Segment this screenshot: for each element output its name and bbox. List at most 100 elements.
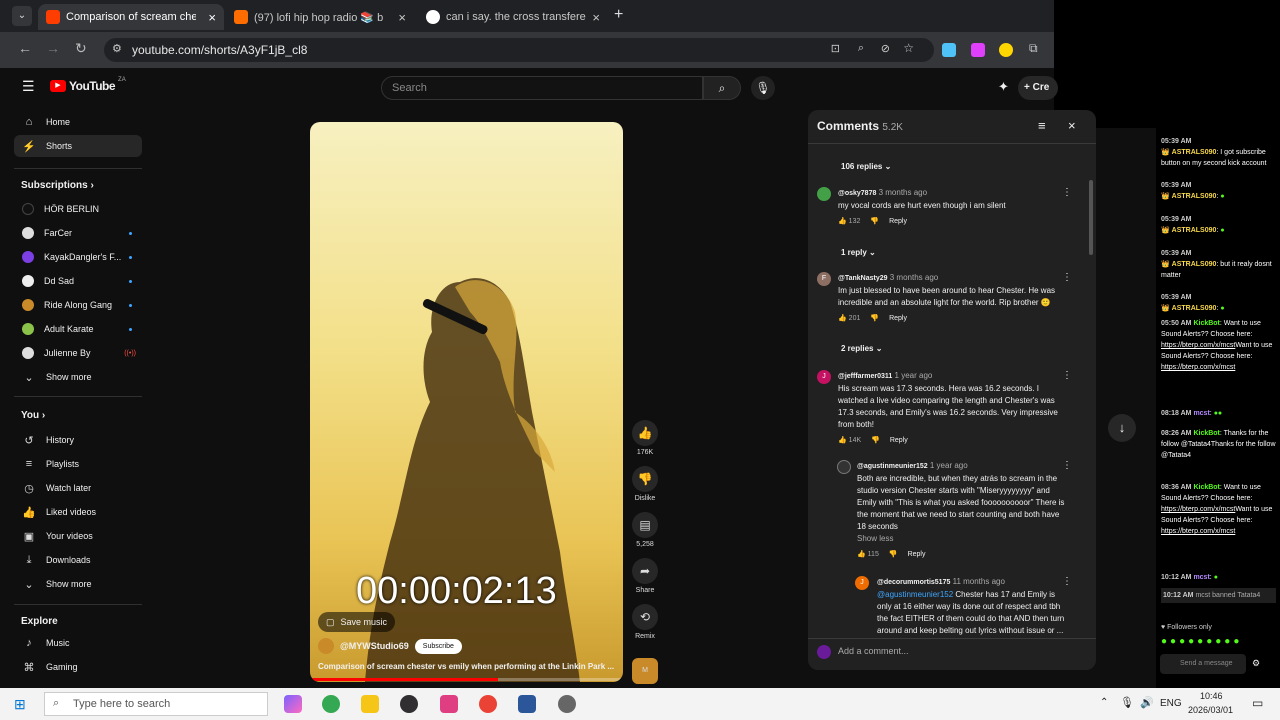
language-indicator[interactable]: ENG <box>1160 698 1182 709</box>
menu-icon[interactable]: ☰ <box>22 78 35 95</box>
replies-toggle[interactable]: 106 replies ⌄ <box>841 162 891 171</box>
extension-icon[interactable] <box>999 43 1013 57</box>
reply-button[interactable]: Reply <box>889 313 907 325</box>
like-button[interactable]: 👍 176K <box>630 420 660 456</box>
more-icon[interactable]: ⋮ <box>1062 187 1072 198</box>
sort-icon[interactable]: ≡ <box>1038 118 1046 133</box>
subscribe-button[interactable]: Subscribe <box>414 638 462 654</box>
close-tab-icon[interactable]: × <box>208 10 216 25</box>
sidebar-item-shorts[interactable]: ⚡ Shorts <box>14 135 142 157</box>
close-tab-icon[interactable]: × <box>398 10 406 25</box>
more-icon[interactable]: ⋮ <box>1062 460 1072 471</box>
reply-button[interactable]: Reply <box>889 216 907 228</box>
avatar[interactable] <box>837 460 851 474</box>
sound-avatar[interactable]: M <box>630 658 660 687</box>
file-explorer-icon[interactable] <box>361 695 379 713</box>
sidebar-item-your-videos[interactable]: ▣ Your videos <box>14 525 142 547</box>
chat-link[interactable]: https://bterp.com/x/mcst <box>1161 506 1235 513</box>
install-icon[interactable]: ⊡ <box>831 42 840 55</box>
obs-icon[interactable] <box>400 695 418 713</box>
channel-name[interactable]: @MYWStudio69 <box>340 641 409 651</box>
reply-button[interactable]: Reply <box>890 435 908 447</box>
replies-toggle[interactable]: 2 replies ⌄ <box>841 344 882 353</box>
progress-bar[interactable] <box>310 678 623 681</box>
scrollbar[interactable] <box>1089 180 1093 255</box>
sidebar-item-subscription[interactable]: Adult Karate <box>14 318 142 340</box>
extension-icon[interactable] <box>942 43 956 57</box>
create-button[interactable]: + Cre <box>1018 76 1058 100</box>
sidebar-item-subscription[interactable]: Ride Along Gang <box>14 294 142 316</box>
tracking-icon[interactable]: ⊘ <box>881 42 890 55</box>
comments-button[interactable]: ▤ 5,258 <box>630 512 660 548</box>
reload-icon[interactable]: ↻ <box>75 40 87 57</box>
sidebar-item-liked-videos[interactable]: 👍 Liked videos <box>14 501 142 523</box>
chat-input[interactable]: Send a message <box>1160 654 1246 674</box>
sidebar-item-downloads[interactable]: ⤓ Downloads <box>14 549 142 571</box>
chat-link[interactable]: https://bterp.com/x/mcst <box>1161 528 1235 535</box>
shorts-video-player[interactable]: 00:00:02:13 ▢ Save music @MYWStudio69 Sub… <box>310 122 623 682</box>
zoom-icon[interactable]: ⌕ <box>858 42 864 55</box>
chrome-icon[interactable] <box>322 695 340 713</box>
subscriptions-heading[interactable]: Subscriptions › <box>21 180 94 191</box>
youtube-logo[interactable]: ▶ YouTube ZA <box>50 77 126 93</box>
avatar[interactable] <box>817 187 831 201</box>
video-title[interactable]: Comparison of scream chester vs emily wh… <box>318 662 618 671</box>
sidebar-item-music[interactable]: ♪ Music <box>14 632 142 654</box>
app-icon[interactable] <box>558 695 576 713</box>
settings-icon[interactable]: ⚙ <box>1252 658 1260 669</box>
sidebar-item-subscription[interactable]: Julienne By ((•)) <box>14 342 142 364</box>
bookmark-star-icon[interactable]: ☆ <box>903 41 914 55</box>
windows-start-icon[interactable]: ⊞ <box>14 696 26 713</box>
snipping-tool-icon[interactable] <box>440 695 458 713</box>
emote-bar[interactable]: ●●●●●●●●● <box>1161 636 1276 647</box>
share-button[interactable]: ➦ Share <box>630 558 660 594</box>
more-icon[interactable]: ⋮ <box>1062 370 1072 381</box>
show-less-button[interactable]: Show less <box>857 533 1070 545</box>
sidebar-item-playlists[interactable]: ≡ Playlists <box>14 453 142 475</box>
avatar[interactable]: J <box>817 370 831 384</box>
tab-search-button[interactable]: ⌄ <box>12 6 32 26</box>
clock-date[interactable]: 2026/03/01 <box>1188 705 1233 715</box>
gear-icon[interactable]: ✦ <box>998 79 1009 95</box>
show-more-button[interactable]: ⌄ Show more <box>14 573 142 595</box>
clock-time[interactable]: 10:46 <box>1200 691 1223 701</box>
volume-icon[interactable]: 🔊 <box>1140 696 1154 709</box>
sidebar-item-subscription[interactable]: FarCer <box>14 222 142 244</box>
extension-icon[interactable] <box>971 43 985 57</box>
more-icon[interactable]: ⋮ <box>1062 272 1072 283</box>
sidebar-item-watch-later[interactable]: ◷ Watch later <box>14 477 142 499</box>
show-more-button[interactable]: ⌄ Show more <box>14 366 142 388</box>
new-tab-button[interactable]: + <box>614 6 623 24</box>
browser-tab-active[interactable]: Comparison of scream ches × <box>38 4 224 30</box>
mic-tray-icon[interactable]: 🎙 <box>1120 696 1134 709</box>
sidebar-item-history[interactable]: ↺ History <box>14 429 142 451</box>
address-bar[interactable]: ⚙ youtube.com/shorts/A3yF1jB_cl8 ⊡ ⌕ ⊘ ☆ <box>104 38 934 62</box>
sidebar-item-subscription[interactable]: HÖR BERLIN <box>14 198 142 220</box>
forward-icon[interactable]: → <box>46 40 60 56</box>
extensions-puzzle-icon[interactable]: ⧉ <box>1029 41 1038 56</box>
replies-toggle[interactable]: 1 reply ⌄ <box>841 248 876 257</box>
mention-link[interactable]: @agustinmeunier152 <box>877 590 953 599</box>
save-music-button[interactable]: ▢ Save music <box>318 612 396 632</box>
avatar[interactable]: F <box>817 272 831 286</box>
close-icon[interactable]: × <box>1068 118 1076 133</box>
sidebar-item-subscription[interactable]: Dd Sad <box>14 270 142 292</box>
back-icon[interactable]: ← <box>18 40 32 56</box>
search-input[interactable]: Search <box>381 76 703 100</box>
scroll-down-button[interactable]: ↓ <box>1108 414 1136 442</box>
browser-tab[interactable]: can i say. the cross transference × <box>418 4 608 30</box>
browser-tab[interactable]: (97) lofi hip hop radio 📚 b × <box>226 4 414 30</box>
reply-button[interactable]: Reply <box>908 549 926 561</box>
notification-icon[interactable]: ▭ <box>1252 696 1263 710</box>
voice-search-button[interactable]: 🎙 <box>751 76 775 100</box>
sidebar-item-subscription[interactable]: KayakDangler's F... <box>14 246 142 268</box>
close-tab-icon[interactable]: × <box>592 10 600 25</box>
site-info-icon[interactable]: ⚙ <box>112 42 122 55</box>
taskbar-search-input[interactable]: ⌕ Type here to search <box>44 692 268 716</box>
chat-link[interactable]: https://bterp.com/x/mcst <box>1161 342 1235 349</box>
search-button[interactable]: ⌕ <box>703 76 741 100</box>
add-comment-input[interactable]: Add a comment... <box>838 646 909 656</box>
remix-button[interactable]: ⟲ Remix <box>630 604 660 640</box>
more-icon[interactable]: ⋮ <box>1062 576 1072 587</box>
avatar[interactable]: J <box>855 576 869 590</box>
